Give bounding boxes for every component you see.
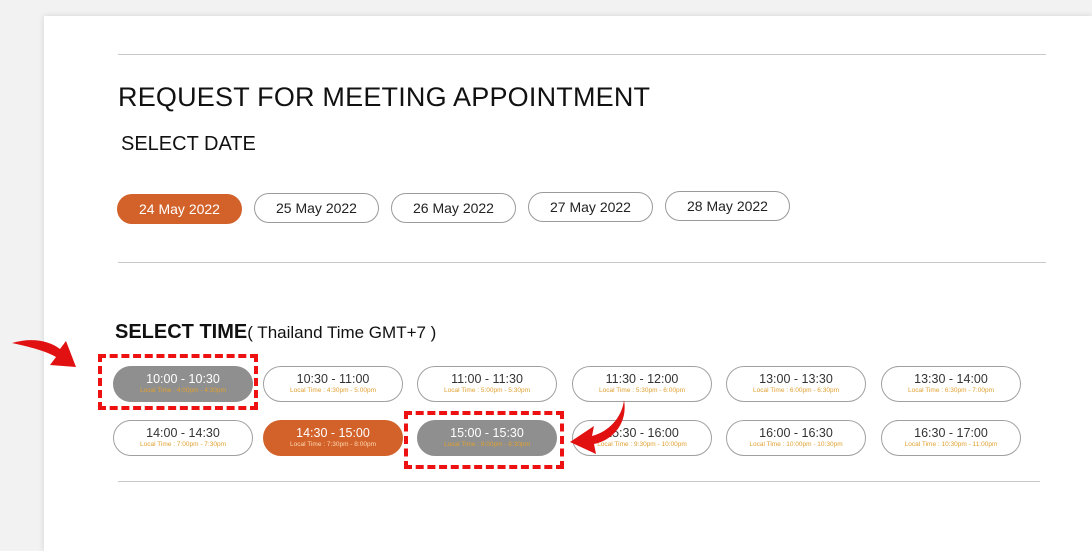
time-slot-1030[interactable]: 10:30 - 11:00 Local Time : 4:30pm - 5:00p… xyxy=(263,366,403,402)
slot-time: 13:30 - 14:00 xyxy=(914,371,988,386)
slot-local-time: Local Time : 6:00pm - 6:30pm xyxy=(753,386,839,394)
annotation-arrow-left-icon xyxy=(570,400,625,454)
slot-time: 14:00 - 14:30 xyxy=(146,425,220,440)
slot-local-time: Local Time : 7:30pm - 8:00pm xyxy=(290,440,376,448)
slot-local-time: Local Time : 5:30pm - 6:00pm xyxy=(599,386,685,394)
page-title: REQUEST FOR MEETING APPOINTMENT xyxy=(118,82,651,112)
annotation-arrow-right-icon xyxy=(12,340,76,367)
date-option-24-may[interactable]: 24 May 2022 xyxy=(117,194,242,224)
date-option-25-may[interactable]: 25 May 2022 xyxy=(254,193,379,223)
select-date-heading: SELECT DATE xyxy=(121,133,256,155)
date-option-28-may[interactable]: 28 May 2022 xyxy=(665,191,790,221)
slot-time: 16:30 - 17:00 xyxy=(914,425,988,440)
time-slot-1330[interactable]: 13:30 - 14:00 Local Time : 6:30pm - 7:00p… xyxy=(881,366,1021,402)
timezone-label: ( Thailand Time GMT+7 ) xyxy=(247,323,437,342)
slot-local-time: Local Time : 5:00pm - 5:30pm xyxy=(444,386,530,394)
highlight-box-1500 xyxy=(404,411,564,469)
slot-time: 16:00 - 16:30 xyxy=(759,425,833,440)
slot-time: 10:30 - 11:00 xyxy=(296,371,370,386)
slot-time: 11:00 - 11:30 xyxy=(451,371,523,386)
middle-divider xyxy=(118,262,1046,263)
time-slot-1300[interactable]: 13:00 - 13:30 Local Time : 6:00pm - 6:30p… xyxy=(726,366,866,402)
date-option-27-may[interactable]: 27 May 2022 xyxy=(528,192,653,222)
slot-local-time: Local Time : 7:00pm - 7:30pm xyxy=(140,440,226,448)
time-slot-1630[interactable]: 16:30 - 17:00 Local Time : 10:30pm - 11:0… xyxy=(881,420,1021,456)
time-slot-1600[interactable]: 16:00 - 16:30 Local Time : 10:00pm - 10:3… xyxy=(726,420,866,456)
slot-local-time: Local Time : 10:00pm - 10:30pm xyxy=(749,440,843,448)
select-time-heading: SELECT TIME( Thailand Time GMT+7 ) xyxy=(115,321,436,344)
bottom-divider xyxy=(118,481,1040,482)
slot-time: 13:00 - 13:30 xyxy=(759,371,833,386)
select-time-label: SELECT TIME xyxy=(115,321,248,343)
time-slot-1430[interactable]: 14:30 - 15:00 Local Time : 7:30pm - 8:00p… xyxy=(263,420,403,456)
time-slot-1100[interactable]: 11:00 - 11:30 Local Time : 5:00pm - 5:30p… xyxy=(417,366,557,402)
date-option-26-may[interactable]: 26 May 2022 xyxy=(391,193,516,223)
slot-local-time: Local Time : 4:30pm - 5:00pm xyxy=(290,386,376,394)
slot-time: 14:30 - 15:00 xyxy=(296,425,370,440)
slot-local-time: Local Time : 6:30pm - 7:00pm xyxy=(908,386,994,394)
time-slot-1130[interactable]: 11:30 - 12:00 Local Time : 5:30pm - 6:00p… xyxy=(572,366,712,402)
highlight-box-1000 xyxy=(98,354,258,410)
slot-time: 11:30 - 12:00 xyxy=(605,371,679,386)
slot-local-time: Local Time : 10:30pm - 11:00pm xyxy=(904,440,998,448)
top-divider xyxy=(118,54,1046,55)
time-slot-1400[interactable]: 14:00 - 14:30 Local Time : 7:00pm - 7:30p… xyxy=(113,420,253,456)
